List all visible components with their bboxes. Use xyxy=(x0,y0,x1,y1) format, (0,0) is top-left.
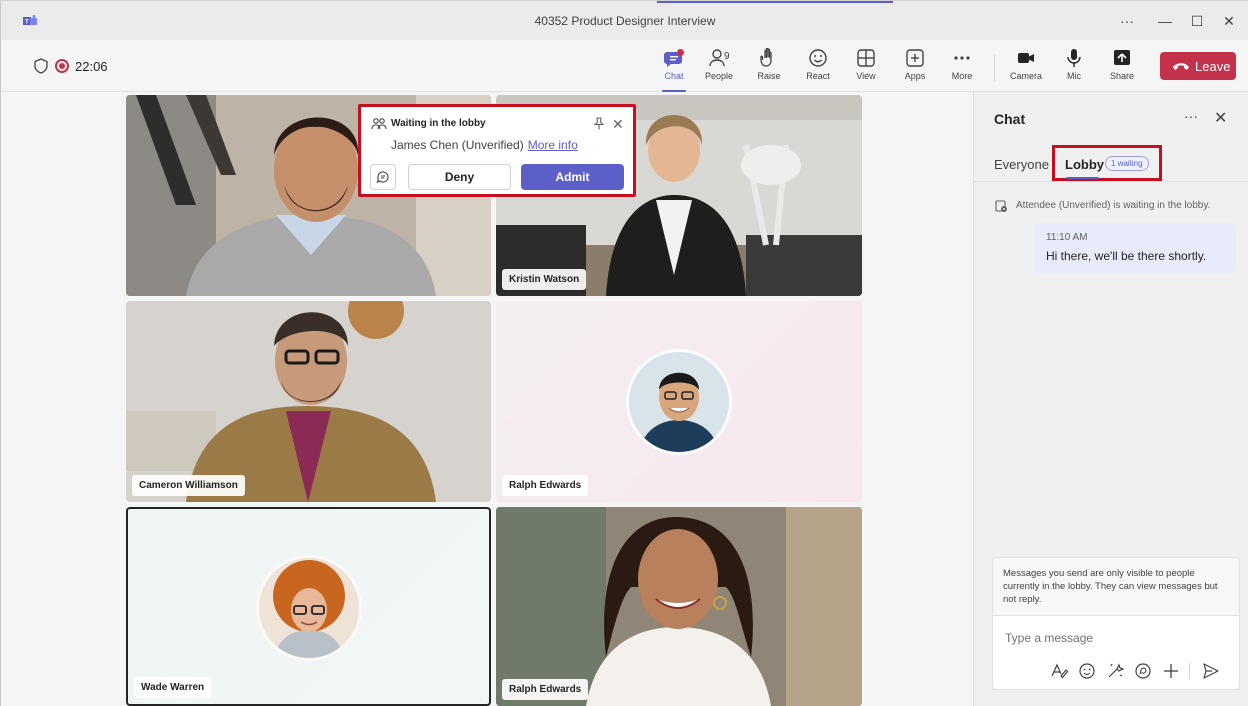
camera-button[interactable]: Camera xyxy=(1006,48,1046,88)
participant-name: Wade Warren xyxy=(134,677,212,698)
chat-button[interactable]: Chat xyxy=(654,48,694,92)
sticker-icon[interactable] xyxy=(1105,661,1125,681)
people-count: 9 xyxy=(724,51,730,62)
window-title: 40352 Product Designer Interview xyxy=(534,14,716,28)
participant-name: Kristin Watson xyxy=(502,269,587,290)
tab-lobby-underline xyxy=(1066,177,1099,179)
leave-button[interactable]: Leave xyxy=(1160,52,1236,80)
meeting-timer: 22:06 xyxy=(75,59,108,74)
participant-video xyxy=(496,507,862,706)
lobby-door-icon xyxy=(995,200,1007,212)
lobby-notification: Waiting in the lobby ✕ James Chen (Unver… xyxy=(358,104,636,197)
format-icon[interactable] xyxy=(1049,661,1069,681)
more-icon xyxy=(954,56,970,60)
avatar-image xyxy=(259,558,359,658)
tab-everyone[interactable]: Everyone xyxy=(994,157,1049,172)
close-icon[interactable]: ✕ xyxy=(612,116,624,133)
chat-unread-dot xyxy=(677,49,684,56)
chat-tabs: Everyone Lobby 1 waiting xyxy=(974,142,1248,182)
title-bar: T 40352 Product Designer Interview ··· —… xyxy=(1,0,1248,40)
send-icon[interactable] xyxy=(1201,661,1221,681)
people-button[interactable]: 9 People xyxy=(699,48,739,88)
phone-hangup-icon xyxy=(1173,63,1189,70)
system-message-text: Attendee (Unverified) is waiting in the … xyxy=(1016,200,1211,211)
video-tile[interactable]: Wade Warren xyxy=(126,507,491,706)
title-bar-accent xyxy=(657,1,893,3)
lobby-chat-button[interactable] xyxy=(370,164,396,190)
share-label: Share xyxy=(1109,71,1135,81)
camera-icon xyxy=(1018,53,1034,63)
compose-box: Messages you send are only visible to pe… xyxy=(992,557,1240,690)
more-info-link[interactable]: More info xyxy=(528,138,578,152)
admit-button[interactable]: Admit xyxy=(521,164,624,190)
people-label: People xyxy=(704,71,734,81)
share-button[interactable]: Share xyxy=(1102,48,1142,88)
deny-button[interactable]: Deny xyxy=(408,164,511,190)
message-text: Hi there, we'll be there shortly. xyxy=(1046,249,1207,263)
lobby-notification-body: Waiting in the lobby ✕ James Chen (Unver… xyxy=(364,110,630,191)
message-input[interactable]: Type a message xyxy=(1005,631,1093,645)
recording-icon xyxy=(55,59,69,73)
mic-label: Mic xyxy=(1067,71,1081,81)
mic-button[interactable]: Mic xyxy=(1054,48,1094,88)
video-tile[interactable]: Ralph Edwards xyxy=(496,301,862,502)
add-icon[interactable] xyxy=(1161,661,1181,681)
avatar xyxy=(256,555,362,661)
tab-lobby[interactable]: Lobby xyxy=(1065,157,1104,172)
more-button[interactable]: More xyxy=(942,48,982,88)
message-icon xyxy=(376,171,389,183)
compose-separator xyxy=(1189,663,1190,679)
maximize-button[interactable]: ☐ xyxy=(1185,11,1209,31)
participant-name: Cameron Williamson xyxy=(132,475,245,496)
react-icon xyxy=(809,49,827,67)
lobby-person: James Chen (Unverified) More info xyxy=(391,138,578,152)
camera-label: Camera xyxy=(1009,71,1042,81)
minimize-button[interactable]: — xyxy=(1153,11,1177,31)
lobby-visibility-notice: Messages you send are only visible to pe… xyxy=(993,558,1239,616)
shield-icon[interactable] xyxy=(34,58,48,74)
window-more-button[interactable]: ··· xyxy=(1115,11,1139,31)
panel-title: Chat xyxy=(994,111,1026,127)
react-button[interactable]: React xyxy=(798,48,838,88)
participant-name: Ralph Edwards xyxy=(502,475,589,496)
avatar-image xyxy=(629,352,729,452)
participant-name: Ralph Edwards xyxy=(502,679,589,700)
close-window-button[interactable]: ✕ xyxy=(1217,11,1241,31)
lobby-icon xyxy=(371,118,387,130)
chat-label: Chat xyxy=(664,71,684,81)
meeting-toolbar: 22:06 Chat 9 People Raise React View App… xyxy=(1,40,1248,92)
react-label: React xyxy=(806,71,830,81)
raise-label: Raise xyxy=(757,71,781,81)
mic-icon xyxy=(1067,49,1081,67)
pin-icon[interactable] xyxy=(592,117,606,131)
message-time: 11:10 AM xyxy=(1046,232,1088,243)
lobby-title: Waiting in the lobby xyxy=(391,118,486,129)
waiting-badge: 1 waiting xyxy=(1105,156,1149,171)
leave-label: Leave xyxy=(1195,59,1231,74)
lobby-person-name: James Chen (Unverified) xyxy=(391,138,524,152)
apps-icon xyxy=(906,49,924,67)
loop-icon[interactable] xyxy=(1133,661,1153,681)
video-tile[interactable]: Ralph Edwards xyxy=(496,507,862,706)
apps-label: Apps xyxy=(904,71,926,81)
apps-button[interactable]: Apps xyxy=(895,48,935,88)
raise-hand-icon xyxy=(760,48,772,67)
participant-video xyxy=(126,301,491,502)
chat-message[interactable]: 11:10 AM Hi there, we'll be there shortl… xyxy=(1034,223,1236,273)
view-label: View xyxy=(856,71,876,81)
panel-more-button[interactable]: ··· xyxy=(1184,108,1198,124)
more-label: More xyxy=(951,71,973,81)
view-button[interactable]: View xyxy=(846,48,886,88)
emoji-icon[interactable] xyxy=(1077,661,1097,681)
video-tile[interactable]: Cameron Williamson xyxy=(126,301,491,502)
chat-panel: Chat ··· ✕ Everyone Lobby 1 waiting Atte… xyxy=(973,92,1248,706)
panel-close-button[interactable]: ✕ xyxy=(1214,108,1227,128)
share-icon xyxy=(1114,50,1130,65)
view-icon xyxy=(857,49,875,67)
teams-meeting-window: T 40352 Product Designer Interview ··· —… xyxy=(0,0,1248,706)
raise-hand-button[interactable]: Raise xyxy=(749,48,789,88)
toolbar-separator xyxy=(994,54,995,82)
avatar xyxy=(626,349,732,455)
